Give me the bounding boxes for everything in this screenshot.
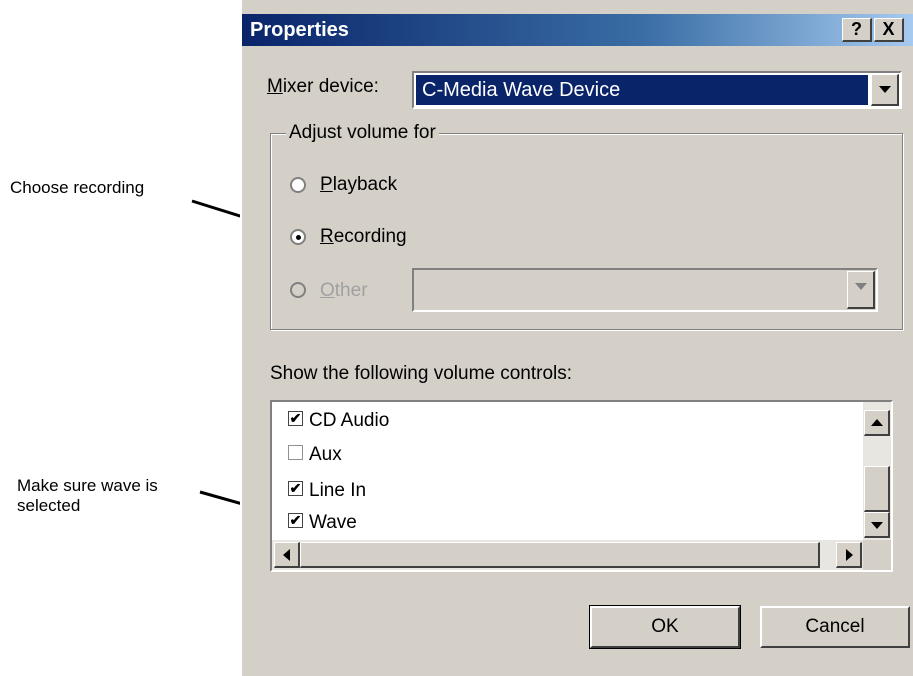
mixer-device-select[interactable]: C-Media Wave Device <box>412 71 902 109</box>
ok-button[interactable]: OK <box>589 605 741 649</box>
adjust-volume-legend: Adjust volume for <box>286 122 439 144</box>
list-item-wave[interactable]: ✔ Wave <box>288 512 357 534</box>
checkbox-line-in[interactable]: ✔ <box>288 481 303 497</box>
annotation-choose-recording: Choose recording <box>10 178 145 197</box>
other-dropdown-arrow-icon <box>847 271 875 309</box>
list-item-aux[interactable]: Aux <box>288 444 342 466</box>
vertical-scroll-thumb[interactable] <box>864 466 890 512</box>
playback-mnemonic: P <box>320 174 333 195</box>
scroll-up-icon[interactable] <box>864 410 890 436</box>
playback-label[interactable]: Playback <box>320 174 397 196</box>
scroll-right-icon[interactable] <box>836 542 862 568</box>
horizontal-scrollbar[interactable] <box>272 540 863 570</box>
other-radio <box>290 282 306 298</box>
checkbox-aux[interactable] <box>288 445 303 461</box>
mixer-device-value: C-Media Wave Device <box>416 75 868 105</box>
checkbox-cd-audio[interactable]: ✔ <box>288 411 303 427</box>
recording-radio[interactable] <box>290 229 306 245</box>
playback-radio[interactable] <box>290 177 306 193</box>
properties-dialog: Properties ? X Mixer device: C-Media Wav… <box>240 0 913 676</box>
list-item-line-in[interactable]: ✔ Line In <box>288 480 366 502</box>
other-mnemonic: O <box>320 280 335 301</box>
list-item-label: CD Audio <box>309 410 390 431</box>
annotation-make-sure-wave: Make sure wave is selected <box>17 476 158 515</box>
scroll-left-icon[interactable] <box>274 542 300 568</box>
recording-text: ecording <box>333 226 407 247</box>
mixer-label-rest: ixer device: <box>282 76 379 97</box>
list-item-cd-audio[interactable]: ✔ CD Audio <box>288 410 389 432</box>
other-device-select <box>412 268 878 312</box>
playback-text: layback <box>332 174 398 195</box>
title-bar[interactable]: Properties ? X <box>242 14 913 46</box>
mixer-mnemonic: M <box>267 76 283 97</box>
mixer-device-label: Mixer device: <box>267 76 379 98</box>
mixer-dropdown-arrow-icon[interactable] <box>871 74 899 106</box>
help-button[interactable]: ? <box>842 18 872 42</box>
other-text: ther <box>334 280 368 301</box>
checkbox-wave[interactable]: ✔ <box>288 513 303 529</box>
scroll-corner <box>863 540 891 570</box>
list-item-label: Aux <box>309 444 342 465</box>
volume-controls-list[interactable]: ✔ CD Audio Aux ✔ Line In ✔ Wave <box>270 400 893 572</box>
dialog-title: Properties <box>250 19 349 41</box>
controls-label: Show the following volume controls: <box>270 363 573 384</box>
recording-label[interactable]: Recording <box>320 226 407 248</box>
other-label: Other <box>320 280 368 302</box>
horizontal-scroll-thumb[interactable] <box>300 542 820 568</box>
list-item-label: Line In <box>309 480 367 501</box>
vertical-scrollbar[interactable] <box>863 402 891 540</box>
scroll-down-icon[interactable] <box>864 512 890 538</box>
list-item-label: Wave <box>309 512 357 533</box>
cancel-button[interactable]: Cancel <box>760 606 910 648</box>
close-button[interactable]: X <box>874 18 904 42</box>
recording-mnemonic: R <box>320 226 334 247</box>
